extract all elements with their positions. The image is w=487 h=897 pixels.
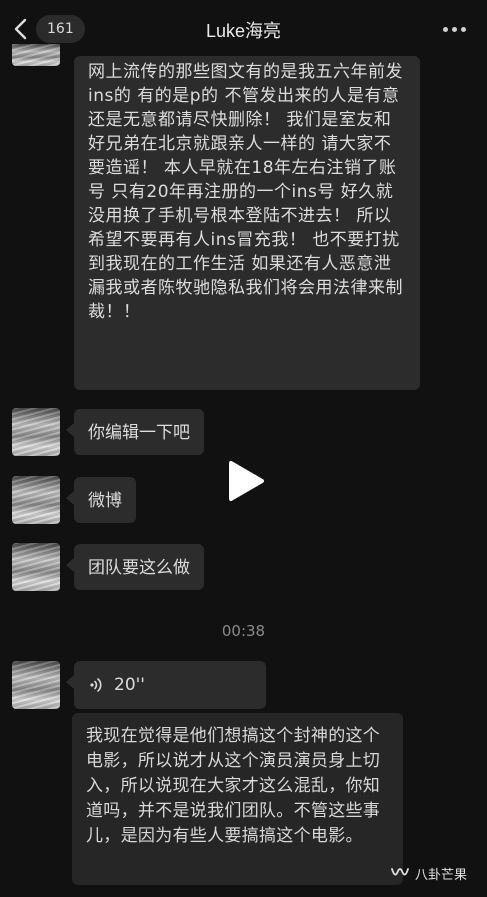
watermark-text: 八卦芒果: [414, 868, 467, 883]
chat-timestamp: 00:38: [221, 622, 266, 640]
message-bubble[interactable]: 微博: [66, 477, 136, 523]
avatar[interactable]: [12, 476, 60, 524]
play-icon[interactable]: [222, 458, 268, 504]
voice-transcript: 我现在觉得是他们想搞这个封神的这个电影，所以说才从这个演员演员身上切入，所以说现…: [72, 713, 403, 885]
voice-duration: 20'': [114, 675, 145, 695]
voice-message-bubble[interactable]: 20'': [66, 661, 266, 709]
chat-title: Luke海亮: [205, 21, 282, 41]
message-bubble[interactable]: 你编辑一下吧: [66, 409, 204, 455]
avatar[interactable]: [12, 661, 60, 709]
message-bubble[interactable]: 网上流传的那些图文有的是我五六年前发ins的 有的是p的 不管发出来的人是有意还…: [74, 56, 420, 390]
chat-header: 161 Luke海亮: [0, 0, 487, 58]
wechat-channel-icon: [391, 867, 409, 875]
message-bubble[interactable]: 团队要这么做: [66, 544, 204, 590]
avatar[interactable]: [12, 408, 60, 456]
avatar[interactable]: [12, 543, 60, 591]
more-options-icon[interactable]: [443, 20, 469, 38]
watermark: 八卦芒果: [391, 864, 467, 883]
avatar[interactable]: [12, 44, 60, 66]
voice-wave-icon: [90, 678, 102, 692]
